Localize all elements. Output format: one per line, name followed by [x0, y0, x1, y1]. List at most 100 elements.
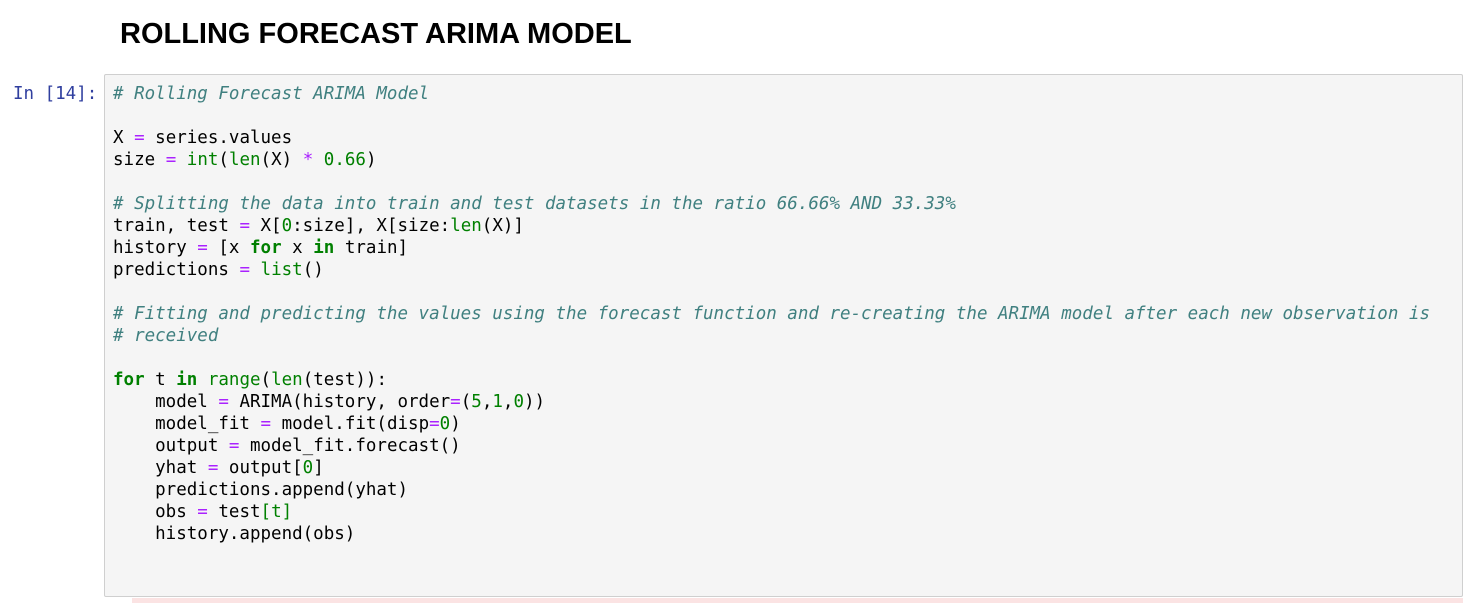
code-line: yhat = output[0] [113, 457, 1430, 479]
code-token: 0 [281, 216, 293, 236]
code-line: size = int(len(X) * 0.66) [113, 149, 1430, 171]
code-line: obs = test[t] [113, 501, 1430, 523]
code-line: X = series.values [113, 127, 1430, 149]
code-token: t [144, 370, 177, 390]
code-token: (test)): [302, 370, 387, 390]
code-token: len [271, 370, 303, 390]
code-token: ARIMA(history, order [228, 392, 451, 412]
code-token: = [239, 216, 250, 236]
code-token: train] [334, 238, 409, 258]
code-token: [x [207, 238, 250, 258]
code-token: test [207, 502, 261, 522]
input-prompt: In [14]: [13, 84, 98, 104]
code-line: for t in range(len(test)): [113, 369, 1430, 391]
code-token: list [260, 260, 303, 280]
code-token: history [113, 238, 198, 258]
code-token: , [502, 392, 514, 412]
code-token: (X)] [481, 216, 524, 236]
code-token: output [113, 436, 229, 456]
code-token: train, test [113, 216, 240, 236]
code-token: = [218, 392, 229, 412]
code-token: ( [260, 370, 272, 390]
code-token: 0 [302, 458, 314, 478]
code-token: # Fitting and predicting the values usin… [113, 304, 1430, 324]
code-token: )) [524, 392, 546, 412]
code-token: ] [313, 458, 324, 478]
code-token: = [134, 128, 145, 148]
code-line: output = model_fit.forecast() [113, 435, 1430, 457]
code-token: history.append(obs) [113, 524, 356, 544]
code-token: predictions [113, 260, 240, 280]
code-line: history = [x for x in train] [113, 237, 1430, 259]
code-token: model [113, 392, 219, 412]
code-token: , [481, 392, 493, 412]
code-line: # Splitting the data into train and test… [113, 193, 1430, 215]
code-token: x [281, 238, 314, 258]
code-token: = [260, 414, 272, 434]
code-token: [t] [260, 502, 293, 522]
code-token: len [450, 216, 482, 236]
code-token: size [113, 150, 166, 170]
code-token: = [239, 260, 250, 280]
code-token: 0 [513, 392, 524, 412]
code-token: = [197, 502, 208, 522]
code-token: = [207, 458, 219, 478]
code-token: = [429, 414, 440, 434]
code-token: X [113, 128, 135, 148]
code-token: = [450, 392, 461, 412]
code-token: predictions.append(yhat) [113, 480, 409, 500]
code-line: model = ARIMA(history, order=(5,1,0)) [113, 391, 1430, 413]
code-token: = [165, 150, 177, 170]
code-token: for [113, 370, 145, 390]
code-token: model_fit.forecast() [239, 436, 461, 456]
code-line: # Rolling Forecast ARIMA Model [113, 83, 1430, 105]
code-token: for [250, 238, 282, 258]
code-token: # Rolling Forecast ARIMA Model [113, 84, 430, 104]
code-line: predictions = list() [113, 259, 1430, 281]
code-token: ) [450, 414, 461, 434]
code-token: = [228, 436, 240, 456]
code-token: model_fit [113, 414, 261, 434]
code-line: # Fitting and predicting the values usin… [113, 303, 1430, 325]
code-line: # received [113, 325, 1430, 347]
code-token: series.values [144, 128, 293, 148]
code-token: 5 [471, 392, 482, 412]
section-heading: ROLLING FORECAST ARIMA MODEL [120, 18, 632, 50]
code-token: # received [113, 326, 219, 346]
code-token: yhat [113, 458, 208, 478]
code-token: output[ [218, 458, 303, 478]
code-token: obs [113, 502, 198, 522]
code-token: ) [365, 150, 377, 170]
code-token: # Splitting the data into train and test… [113, 194, 956, 214]
code-token: (X) [260, 150, 303, 170]
code-line: model_fit = model.fit(disp=0) [113, 413, 1430, 435]
code-token: model.fit(disp [271, 414, 430, 434]
code-line: predictions.append(yhat) [113, 479, 1430, 501]
code-token: range [207, 370, 261, 390]
code-token: int [186, 150, 219, 170]
code-token: in [313, 238, 335, 258]
code-token: * [302, 150, 314, 170]
code-token: 0.66 [323, 150, 366, 170]
code-line: history.append(obs) [113, 523, 1430, 545]
code-token: :size], X[size: [292, 216, 451, 236]
code-cell[interactable]: # Rolling Forecast ARIMA Model X = series… [104, 74, 1463, 597]
code-token: X[ [249, 216, 282, 236]
code-line: train, test = X[0:size], X[size:len(X)] [113, 215, 1430, 237]
code-token: ( [460, 392, 472, 412]
code-token: () [302, 260, 324, 280]
code-token: 1 [492, 392, 503, 412]
code-token: in [176, 370, 198, 390]
code-editor[interactable]: # Rolling Forecast ARIMA Model X = series… [113, 83, 1430, 545]
code-token: = [197, 238, 208, 258]
next-cell-edge [132, 598, 1463, 603]
code-token: ( [218, 150, 229, 170]
